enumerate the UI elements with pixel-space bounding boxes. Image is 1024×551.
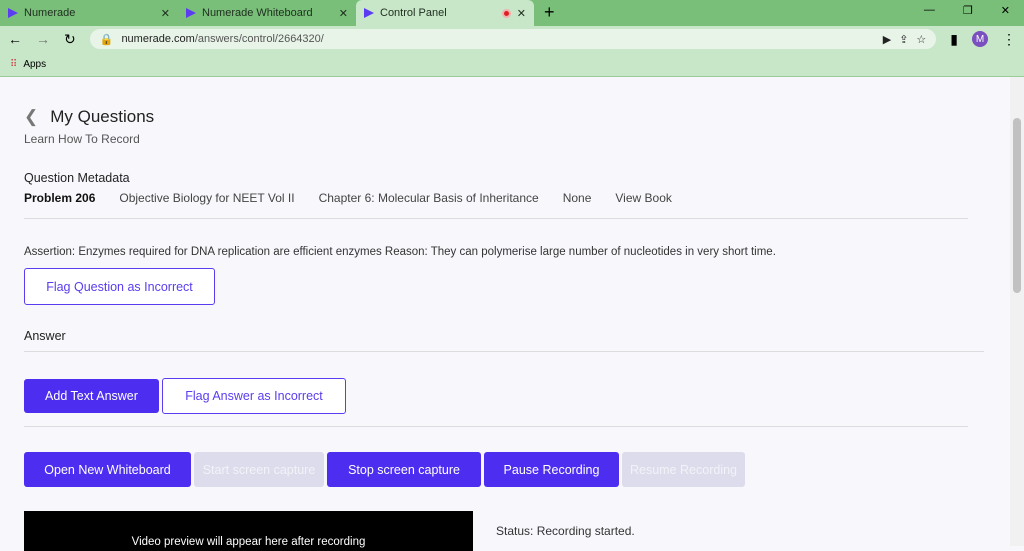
star-icon[interactable]: ☆ bbox=[916, 33, 926, 46]
new-tab-button[interactable]: + bbox=[544, 2, 555, 23]
window-close-icon[interactable]: ✕ bbox=[1001, 4, 1010, 17]
url-input[interactable]: 🔒 numerade.com/answers/control/2664320/▶ ⇪… bbox=[89, 29, 937, 49]
minimize-icon[interactable]: — bbox=[924, 4, 935, 17]
page-title: My Questions bbox=[50, 107, 155, 126]
sidebar-icon[interactable]: ▮ bbox=[950, 31, 958, 48]
stop-capture-button[interactable]: Stop screen capture bbox=[327, 452, 481, 487]
divider bbox=[24, 218, 968, 219]
bookmarks-bar: ⠿ Apps bbox=[0, 52, 1024, 77]
divider bbox=[24, 351, 984, 352]
restore-icon[interactable]: ❐ bbox=[963, 4, 973, 17]
pause-recording-button[interactable]: Pause Recording bbox=[484, 452, 619, 487]
question-text: Assertion: Enzymes required for DNA repl… bbox=[24, 246, 776, 258]
recording-icon bbox=[501, 8, 511, 18]
numerade-logo-icon bbox=[186, 8, 196, 18]
close-icon[interactable]: ✕ bbox=[161, 7, 170, 20]
metadata-heading: Question Metadata bbox=[24, 171, 130, 185]
flag-answer-button[interactable]: Flag Answer as Incorrect bbox=[162, 378, 346, 414]
learn-link[interactable]: Learn How To Record bbox=[24, 132, 140, 146]
menu-icon[interactable]: ⋮ bbox=[1002, 31, 1016, 48]
close-icon[interactable]: ✕ bbox=[339, 7, 348, 20]
forward-icon[interactable]: → bbox=[36, 31, 50, 47]
add-text-answer-button[interactable]: Add Text Answer bbox=[24, 379, 159, 413]
camera-icon[interactable]: ▶ bbox=[883, 33, 891, 46]
address-bar: ← → ↻ 🔒 numerade.com/answers/control/266432… bbox=[0, 26, 1024, 52]
answer-heading: Answer bbox=[24, 329, 66, 343]
avatar[interactable]: M bbox=[972, 31, 988, 47]
numerade-logo-icon bbox=[364, 8, 374, 18]
tab-strip: Numerade ✕ Numerade Whiteboard ✕ Control P… bbox=[0, 0, 1024, 26]
bookmark-apps[interactable]: Apps bbox=[23, 59, 46, 70]
apps-icon[interactable]: ⠿ bbox=[10, 59, 17, 70]
open-whiteboard-button[interactable]: Open New Whiteboard bbox=[24, 452, 191, 487]
video-preview: Video preview will appear here after rec… bbox=[24, 511, 473, 551]
back-chevron-icon[interactable]: ❮ bbox=[24, 107, 38, 127]
start-capture-button[interactable]: Start screen capture bbox=[194, 452, 324, 487]
lock-icon: 🔒 bbox=[99, 33, 114, 46]
reload-icon[interactable]: ↻ bbox=[64, 31, 76, 48]
numerade-logo-icon bbox=[8, 8, 18, 18]
divider bbox=[24, 426, 968, 427]
tab-control-panel[interactable]: Control Panel ✕ bbox=[356, 0, 534, 26]
metadata-row: Problem 206 Objective Biology for NEET V… bbox=[24, 191, 672, 205]
resume-recording-button[interactable]: Resume Recording bbox=[622, 452, 745, 487]
tab-whiteboard[interactable]: Numerade Whiteboard ✕ bbox=[178, 0, 356, 26]
share-icon[interactable]: ⇪ bbox=[899, 33, 908, 46]
scrollbar-thumb[interactable] bbox=[1013, 118, 1021, 293]
scrollbar[interactable] bbox=[1010, 77, 1024, 546]
main-content: ❮ My Questions Learn How To Record Questi… bbox=[0, 77, 1010, 551]
tab-numerade[interactable]: Numerade ✕ bbox=[0, 0, 178, 26]
flag-question-button[interactable]: Flag Question as Incorrect bbox=[24, 268, 215, 305]
status-text: Status: Recording started. bbox=[496, 524, 635, 538]
view-book-link[interactable]: View Book bbox=[615, 191, 671, 205]
close-icon[interactable]: ✕ bbox=[517, 7, 526, 20]
back-icon[interactable]: ← bbox=[8, 31, 22, 47]
